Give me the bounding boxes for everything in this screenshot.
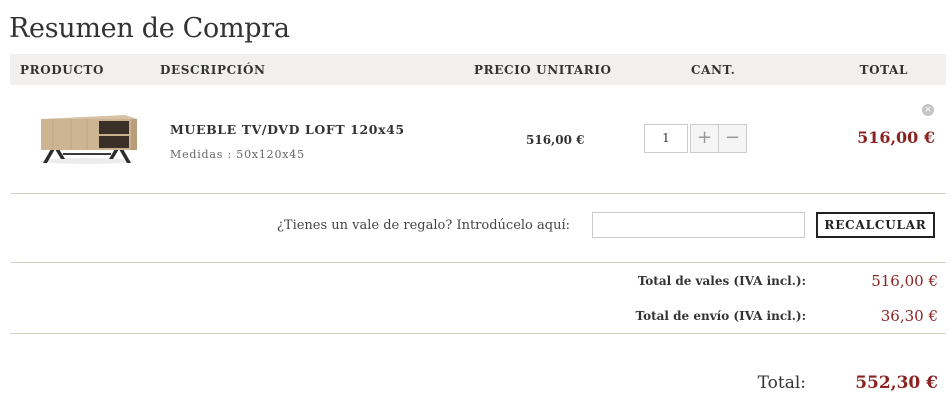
table-header: PRODUCTO DESCRIPCIÓN PRECIO UNITARIO CAN… — [10, 54, 946, 85]
header-description: DESCRIPCIÓN — [160, 63, 266, 77]
product-dimensions: Medidas : 50x120x45 — [170, 148, 305, 161]
increase-quantity-button[interactable]: + — [690, 124, 719, 153]
header-product: PRODUCTO — [20, 63, 105, 77]
header-total: TOTAL — [859, 63, 908, 77]
header-qty: CANT. — [691, 63, 736, 77]
quantity-input[interactable]: 1 — [644, 124, 688, 153]
remove-item-icon[interactable]: × — [922, 104, 934, 116]
recalculate-button[interactable]: RECALCULAR — [816, 212, 935, 238]
page-title: Resumen de Compra — [9, 13, 290, 44]
table-row: MUEBLE TV/DVD LOFT 120x45 Medidas : 50x1… — [10, 85, 946, 193]
header-unit-price: PRECIO UNITARIO — [474, 63, 612, 77]
vouchers-total-label: Total de vales (IVA incl.): — [637, 274, 806, 288]
unit-price: 516,00 € — [526, 133, 585, 147]
divider — [10, 193, 946, 194]
grand-total-value: 552,30 € — [855, 373, 938, 393]
tv-stand-image[interactable] — [35, 107, 140, 165]
line-total: 516,00 € — [857, 128, 935, 147]
shipping-total-label: Total de envío (IVA incl.): — [635, 309, 806, 323]
divider — [10, 262, 946, 263]
decrease-quantity-button[interactable]: − — [718, 124, 747, 153]
product-name[interactable]: MUEBLE TV/DVD LOFT 120x45 — [170, 122, 405, 137]
vouchers-total-value: 516,00 € — [871, 272, 938, 290]
grand-total-label: Total: — [757, 373, 806, 393]
divider — [10, 333, 946, 334]
voucher-label: ¿Tienes un vale de regalo? Introdúcelo a… — [276, 218, 570, 233]
voucher-input[interactable] — [592, 212, 805, 238]
shipping-total-value: 36,30 € — [880, 307, 938, 325]
